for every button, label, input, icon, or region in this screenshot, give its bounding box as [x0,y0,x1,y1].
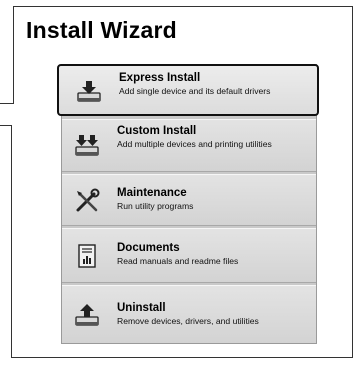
custom-install-label: Custom Install [117,125,197,137]
install-tray-icon [76,78,102,104]
express-install-description: Add single device and its default driver… [119,86,271,96]
callout-pointer-line [0,125,11,126]
maintenance-button[interactable]: Maintenance Run utility programs [62,174,316,226]
custom-install-button[interactable]: Custom Install Add multiple devices and … [62,119,316,172]
uninstall-description: Remove devices, drivers, and utilities [117,316,259,326]
document-icon [74,243,100,269]
documents-button[interactable]: Documents Read manuals and readme files [62,228,316,283]
tools-icon [74,188,100,214]
uninstall-tray-icon [74,302,100,328]
custom-install-icon [74,132,100,158]
install-wizard-callout: Install Wizard Express Install Add singl… [0,0,357,365]
express-install-button[interactable]: Express Install Add single device and it… [57,64,319,116]
express-install-label: Express Install [119,72,201,84]
maintenance-description: Run utility programs [117,201,194,211]
custom-install-description: Add multiple devices and printing utilit… [117,139,272,149]
callout-frame-right [317,6,353,358]
maintenance-label: Maintenance [117,187,187,199]
wizard-menu-panel: Express Install Add single device and it… [57,64,319,344]
callout-pointer-line [0,103,13,104]
wizard-title: Install Wizard [26,17,177,43]
uninstall-button[interactable]: Uninstall Remove devices, drivers, and u… [62,285,316,343]
documents-description: Read manuals and readme files [117,256,239,266]
documents-label: Documents [117,242,180,254]
uninstall-label: Uninstall [117,302,166,314]
